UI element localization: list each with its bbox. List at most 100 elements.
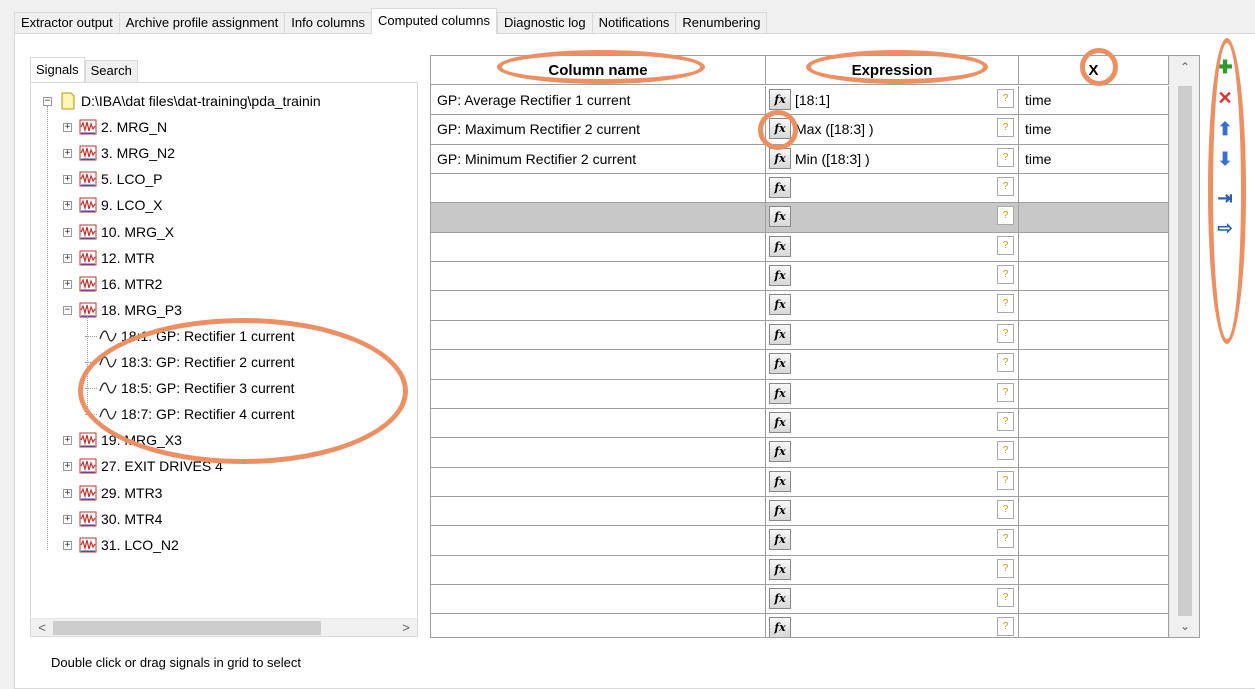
expression-text[interactable] <box>795 585 997 613</box>
column-name-cell[interactable] <box>431 526 766 555</box>
function-editor-button[interactable]: fx <box>769 411 791 433</box>
expand-icon[interactable]: + <box>63 436 72 446</box>
x-cell[interactable] <box>1019 291 1169 320</box>
function-editor-button[interactable]: fx <box>769 118 791 140</box>
column-name-header[interactable]: Column name <box>431 56 766 85</box>
tree-module-item[interactable]: +2. MRG_N <box>31 114 417 140</box>
move-down-button[interactable]: ⬇ <box>1212 145 1238 171</box>
expand-icon[interactable]: + <box>63 227 72 237</box>
expression-cell[interactable]: fx? <box>766 379 1019 408</box>
tree-module-item[interactable]: +3. MRG_N2 <box>31 140 417 166</box>
expand-icon[interactable]: + <box>63 540 72 550</box>
column-name-cell[interactable] <box>431 496 766 526</box>
expression-cell[interactable]: fx? <box>766 232 1019 262</box>
tree-module-item[interactable]: +30. MTR4 <box>31 506 417 532</box>
expression-cell[interactable]: fx Max ([18:3] )? <box>766 115 1019 144</box>
help-icon[interactable]: ? <box>997 587 1014 607</box>
column-name-cell[interactable] <box>431 584 766 614</box>
tab-computed-columns[interactable]: Computed columns <box>370 8 497 34</box>
expression-text[interactable] <box>795 614 997 637</box>
function-editor-button[interactable]: fx <box>769 147 791 169</box>
x-cell[interactable] <box>1019 203 1169 232</box>
tab-extractor-output[interactable]: Extractor output <box>14 12 119 34</box>
expression-cell[interactable]: fx? <box>766 555 1019 584</box>
expression-cell[interactable]: fx? <box>766 262 1019 291</box>
move-up-button[interactable]: ⬆ <box>1212 115 1238 141</box>
column-name-cell[interactable] <box>431 320 766 350</box>
help-icon[interactable]: ? <box>997 382 1014 402</box>
table-row[interactable]: fx? <box>431 291 1169 321</box>
expression-text[interactable] <box>795 380 997 408</box>
expression-cell[interactable]: fx? <box>766 320 1019 350</box>
table-row[interactable]: fx? <box>431 350 1169 380</box>
subtab-signals[interactable]: Signals <box>30 57 85 82</box>
scroll-up-icon[interactable]: ⌃ <box>1170 56 1199 78</box>
column-name-cell[interactable] <box>431 408 766 438</box>
help-icon[interactable]: ? <box>997 323 1014 343</box>
expression-text[interactable] <box>795 262 997 290</box>
expression-text[interactable] <box>795 497 997 525</box>
expression-cell[interactable]: fx? <box>766 174 1019 203</box>
x-cell[interactable] <box>1019 408 1169 438</box>
x-cell[interactable]: time <box>1019 115 1169 144</box>
tab-diagnostic-log[interactable]: Diagnostic log <box>496 12 592 34</box>
table-row[interactable]: fx? <box>431 262 1169 292</box>
expression-cell[interactable]: fx? <box>766 291 1019 320</box>
scroll-left-icon[interactable]: < <box>33 619 51 636</box>
tree-horizontal-scrollbar[interactable]: < > <box>31 618 417 636</box>
tree-module-item[interactable]: +16. MTR2 <box>31 271 417 297</box>
function-editor-button[interactable]: fx <box>769 177 791 199</box>
scroll-down-icon[interactable]: ⌄ <box>1170 615 1199 637</box>
x-header[interactable]: X <box>1019 56 1169 85</box>
column-name-cell[interactable] <box>431 203 766 232</box>
tree-module-item[interactable]: +27. EXIT DRIVES 4 <box>31 453 417 479</box>
collapse-icon[interactable]: − <box>43 97 52 106</box>
tree-module-item[interactable]: +5. LCO_P <box>31 166 417 192</box>
help-icon[interactable]: ? <box>997 294 1014 314</box>
x-cell[interactable] <box>1019 614 1169 637</box>
signal-tree[interactable]: < > − D:\IBA\dat files\dat-training\pda_t… <box>30 82 418 637</box>
help-icon[interactable]: ? <box>997 177 1014 197</box>
expand-icon[interactable]: + <box>63 462 72 472</box>
help-icon[interactable]: ? <box>997 206 1014 226</box>
expression-text[interactable] <box>795 233 997 261</box>
table-row[interactable]: fx? <box>431 438 1169 468</box>
table-row[interactable]: fx? <box>431 526 1169 556</box>
x-cell[interactable] <box>1019 438 1169 467</box>
column-name-cell[interactable] <box>431 174 766 203</box>
expression-text[interactable]: Max ([18:3] ) <box>795 115 997 143</box>
expand-icon[interactable]: + <box>63 488 72 498</box>
help-icon[interactable]: ? <box>997 353 1014 373</box>
function-editor-button[interactable]: fx <box>769 529 791 551</box>
help-icon[interactable]: ? <box>997 499 1014 519</box>
x-cell[interactable] <box>1019 350 1169 379</box>
table-row[interactable]: GP: Average Rectifier 1 current fx [18:1]?… <box>431 86 1169 116</box>
function-editor-button[interactable]: fx <box>769 499 791 521</box>
tree-signal-item[interactable]: 18:5: GP: Rectifier 3 current <box>31 375 417 401</box>
column-name-cell[interactable] <box>431 379 766 408</box>
expression-text[interactable] <box>795 468 997 496</box>
column-name-cell[interactable] <box>431 232 766 262</box>
function-editor-button[interactable]: fx <box>769 206 791 228</box>
expression-text[interactable] <box>795 174 997 202</box>
column-name-cell[interactable] <box>431 262 766 291</box>
tree-module-item[interactable]: +19. MRG_X3 <box>31 427 417 453</box>
scroll-thumb[interactable] <box>53 621 321 635</box>
tab-renumbering[interactable]: Renumbering <box>675 12 768 34</box>
tree-root-item[interactable]: − D:\IBA\dat files\dat-training\pda_train… <box>31 88 417 114</box>
help-icon[interactable]: ? <box>997 470 1014 490</box>
column-name-cell[interactable] <box>431 350 766 379</box>
column-name-cell[interactable] <box>431 467 766 496</box>
tree-module-item[interactable]: +9. LCO_X <box>31 192 417 218</box>
export-button[interactable]: ⇨ <box>1212 214 1238 240</box>
expression-cell[interactable]: fx? <box>766 614 1019 637</box>
table-row[interactable]: fx? <box>431 614 1169 637</box>
tree-module-item[interactable]: +10. MRG_X <box>31 219 417 245</box>
expression-cell[interactable]: fx Min ([18:3] )? <box>766 144 1019 174</box>
expression-cell[interactable]: fx? <box>766 350 1019 379</box>
table-row[interactable]: fx? <box>431 496 1169 527</box>
function-editor-button[interactable]: fx <box>769 441 791 463</box>
expression-text[interactable]: Min ([18:3] ) <box>795 145 997 173</box>
subtab-search[interactable]: Search <box>84 60 138 82</box>
x-cell[interactable] <box>1019 526 1169 555</box>
